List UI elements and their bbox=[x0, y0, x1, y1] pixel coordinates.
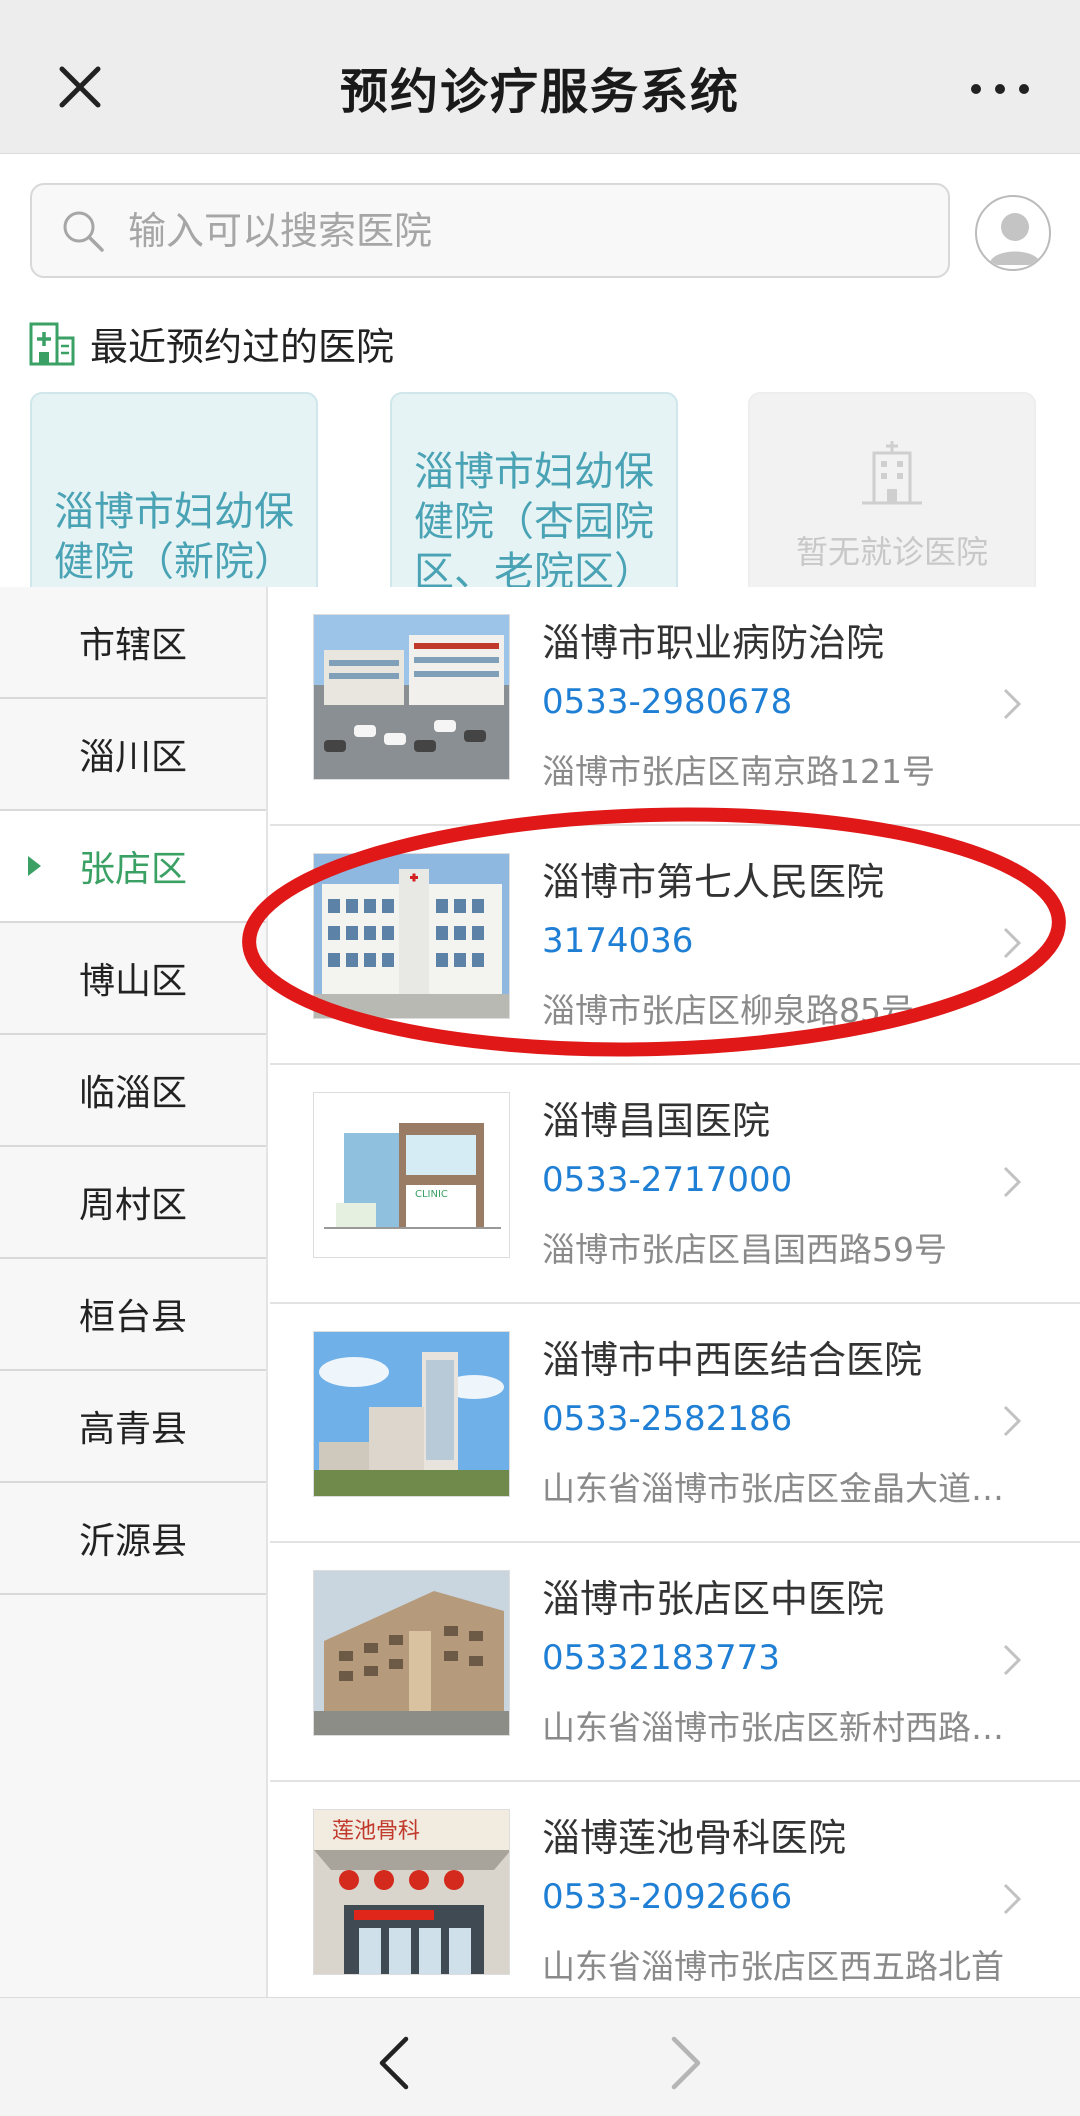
more-icon[interactable] bbox=[960, 47, 1040, 127]
bottom-toolbar bbox=[0, 1997, 1080, 2116]
region-label: 桓台县 bbox=[78, 1297, 187, 1338]
region-item[interactable]: 市辖区 bbox=[0, 587, 266, 699]
close-icon[interactable] bbox=[40, 47, 120, 127]
search-icon bbox=[63, 211, 104, 252]
region-item[interactable]: 周村区 bbox=[0, 1147, 266, 1259]
avatar[interactable] bbox=[975, 195, 1051, 271]
building-icon bbox=[862, 441, 922, 505]
region-label: 淄川区 bbox=[78, 737, 187, 778]
recent-card-label: 淄博市妇幼保健院（新院） bbox=[54, 489, 294, 585]
region-item[interactable]: 淄川区 bbox=[0, 699, 266, 811]
region-item[interactable]: 高青县 bbox=[0, 1371, 266, 1483]
chevron-right-icon bbox=[1003, 1883, 1022, 1915]
hospital-name: 淄博市中西医结合医院 bbox=[542, 1338, 923, 1382]
hospital-name: 淄博市职业病防治院 bbox=[542, 621, 885, 665]
hospital-address: 淄博市张店区柳泉路85号 bbox=[542, 991, 914, 1030]
hospital-phone[interactable]: 0533-2717000 bbox=[542, 1160, 792, 1200]
region-item[interactable]: 沂源县 bbox=[0, 1483, 266, 1595]
hospital-name: 淄博市张店区中医院 bbox=[542, 1577, 885, 1621]
recent-card-label: 淄博市妇幼保健院（杏园院区、老院区） bbox=[414, 449, 654, 587]
lianchi-sign: 莲池骨科 bbox=[332, 1819, 420, 1844]
region-label: 沂源县 bbox=[78, 1521, 187, 1562]
user-icon bbox=[989, 213, 1041, 265]
empty-label: 暂无就诊医院 bbox=[795, 533, 988, 571]
hospital-item[interactable]: 淄博市张店区中医院 05332183773 山东省淄博市张店区新村西路… bbox=[270, 1543, 1080, 1782]
hospital-item[interactable]: CLINIC 淄博昌国医院 0533-2717000 淄博市张店区昌国西路59号 bbox=[270, 1065, 1080, 1304]
top-navbar: 预约诊疗服务系统 bbox=[0, 0, 1080, 154]
hospital-photo bbox=[313, 1331, 510, 1497]
recent-card[interactable]: 淄博市妇幼保健院（新院） bbox=[30, 392, 318, 587]
hospital-name: 淄博市第七人民医院 bbox=[542, 860, 885, 904]
page-title: 预约诊疗服务系统 bbox=[339, 64, 740, 120]
hospital-item[interactable]: 淄博市职业病防治院 0533-2980678 淄博市张店区南京路121号 bbox=[270, 587, 1080, 826]
hospital-list: 淄博市职业病防治院 0533-2980678 淄博市张店区南京路121号 淄博市… bbox=[270, 587, 1080, 1997]
triangle-right-icon bbox=[28, 856, 41, 876]
region-label: 高青县 bbox=[78, 1409, 187, 1450]
clinic-sign: CLINIC bbox=[415, 1189, 448, 1200]
recent-title: 最近预约过的医院 bbox=[90, 324, 395, 369]
hospital-address: 山东省淄博市张店区西五路北首 bbox=[542, 1947, 1004, 1986]
recent-header: 最近预约过的医院 bbox=[28, 315, 394, 371]
hospital-photo bbox=[313, 1570, 510, 1736]
chevron-right-icon bbox=[1003, 688, 1022, 720]
recent-card-empty: 暂无就诊医院 bbox=[748, 392, 1036, 587]
chevron-right-icon bbox=[1003, 1405, 1022, 1437]
region-sidebar: 市辖区 淄川区 张店区 博山区 临淄区 周村区 桓台县 高青县 沂源县 bbox=[0, 587, 268, 1997]
hospital-phone[interactable]: 0533-2582186 bbox=[542, 1399, 792, 1439]
region-label: 临淄区 bbox=[78, 1073, 187, 1114]
recent-card[interactable]: 淄博市妇幼保健院（杏园院区、老院区） bbox=[390, 392, 678, 587]
region-item[interactable]: 博山区 bbox=[0, 923, 266, 1035]
chevron-right-icon bbox=[1003, 1166, 1022, 1198]
hospital-address: 淄博市张店区南京路121号 bbox=[542, 752, 935, 791]
hospital-item[interactable]: 淄博市第七人民医院 3174036 淄博市张店区柳泉路85号 bbox=[270, 826, 1080, 1065]
hospital-item[interactable]: 淄博市中西医结合医院 0533-2582186 山东省淄博市张店区金晶大道… bbox=[270, 1304, 1080, 1543]
hospital-address: 淄博市张店区昌国西路59号 bbox=[542, 1230, 947, 1269]
region-label: 博山区 bbox=[78, 961, 187, 1002]
back-arrow-icon[interactable] bbox=[370, 2033, 420, 2093]
forward-arrow-icon[interactable] bbox=[660, 2033, 710, 2093]
hospital-phone[interactable]: 3174036 bbox=[542, 921, 693, 961]
hospital-phone[interactable]: 0533-2980678 bbox=[542, 682, 792, 722]
hospital-phone[interactable]: 05332183773 bbox=[542, 1638, 780, 1678]
region-label: 市辖区 bbox=[78, 625, 187, 666]
search-box[interactable] bbox=[30, 183, 950, 278]
recent-hospital-cards: 淄博市妇幼保健院（新院） 淄博市妇幼保健院（杏园院区、老院区） 暂无就诊医院 bbox=[0, 392, 1080, 587]
hospital-photo bbox=[313, 853, 510, 1019]
hospital-phone[interactable]: 0533-2092666 bbox=[542, 1877, 792, 1917]
region-label: 周村区 bbox=[78, 1185, 187, 1226]
hospital-photo: 莲池骨科 bbox=[313, 1809, 510, 1975]
hospital-address: 山东省淄博市张店区金晶大道… bbox=[542, 1469, 1004, 1508]
region-label: 张店区 bbox=[78, 849, 187, 890]
hospital-photo bbox=[313, 614, 510, 780]
hospital-name: 淄博莲池骨科医院 bbox=[542, 1816, 847, 1860]
hospital-address: 山东省淄博市张店区新村西路… bbox=[542, 1708, 1004, 1747]
chevron-right-icon bbox=[1003, 927, 1022, 959]
region-item[interactable]: 临淄区 bbox=[0, 1035, 266, 1147]
hospital-photo: CLINIC bbox=[313, 1092, 510, 1258]
search-input[interactable] bbox=[128, 208, 908, 253]
region-item[interactable]: 桓台县 bbox=[0, 1259, 266, 1371]
hospital-name: 淄博昌国医院 bbox=[542, 1099, 771, 1143]
chevron-right-icon bbox=[1003, 1644, 1022, 1676]
region-item-active[interactable]: 张店区 bbox=[0, 811, 266, 923]
hospital-item[interactable]: 莲池骨科 淄博莲池骨科医院 0533-2092666 山东省淄博市张店区西五路北… bbox=[270, 1782, 1080, 1997]
hospital-building-icon bbox=[29, 322, 75, 366]
